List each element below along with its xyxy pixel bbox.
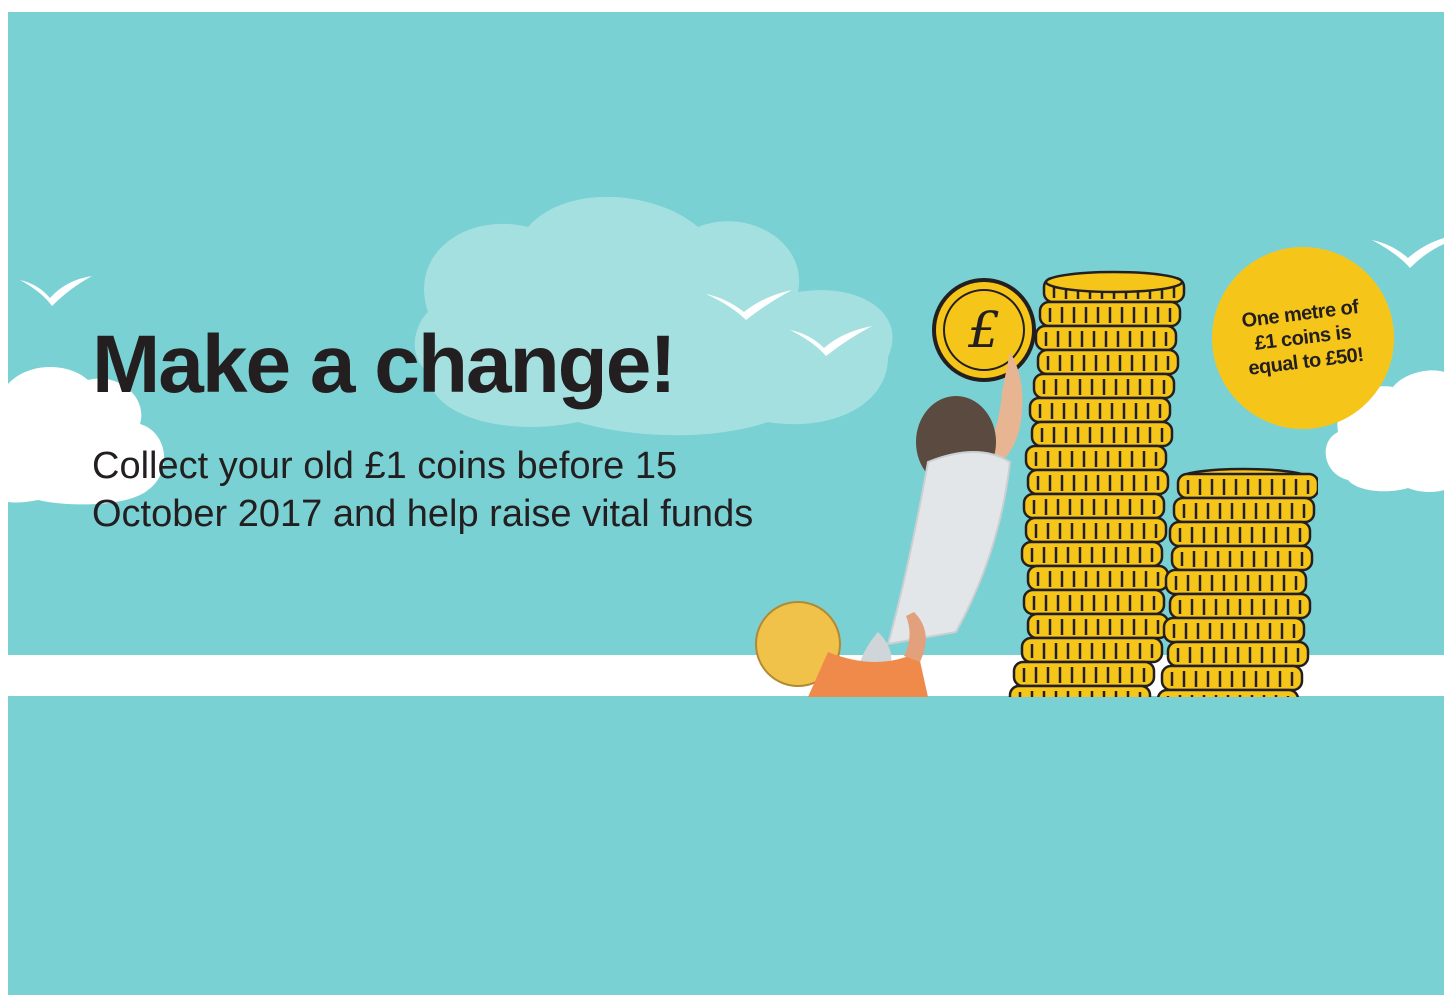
pound-sign-icon: £	[968, 301, 1000, 359]
short-coin-stack	[1156, 467, 1318, 697]
badge-text: One metre of £1 coins is equal to £50!	[1240, 295, 1365, 381]
girl-figure	[858, 352, 1023, 672]
page-frame: Make a change! Collect your old £1 coins…	[0, 0, 1451, 998]
bird-icon	[20, 276, 92, 306]
headline: Make a change!	[92, 319, 677, 410]
promo-banner[interactable]: Make a change! Collect your old £1 coins…	[8, 12, 1444, 995]
bird-icon	[1372, 238, 1444, 268]
tall-coin-stack	[1008, 270, 1186, 697]
